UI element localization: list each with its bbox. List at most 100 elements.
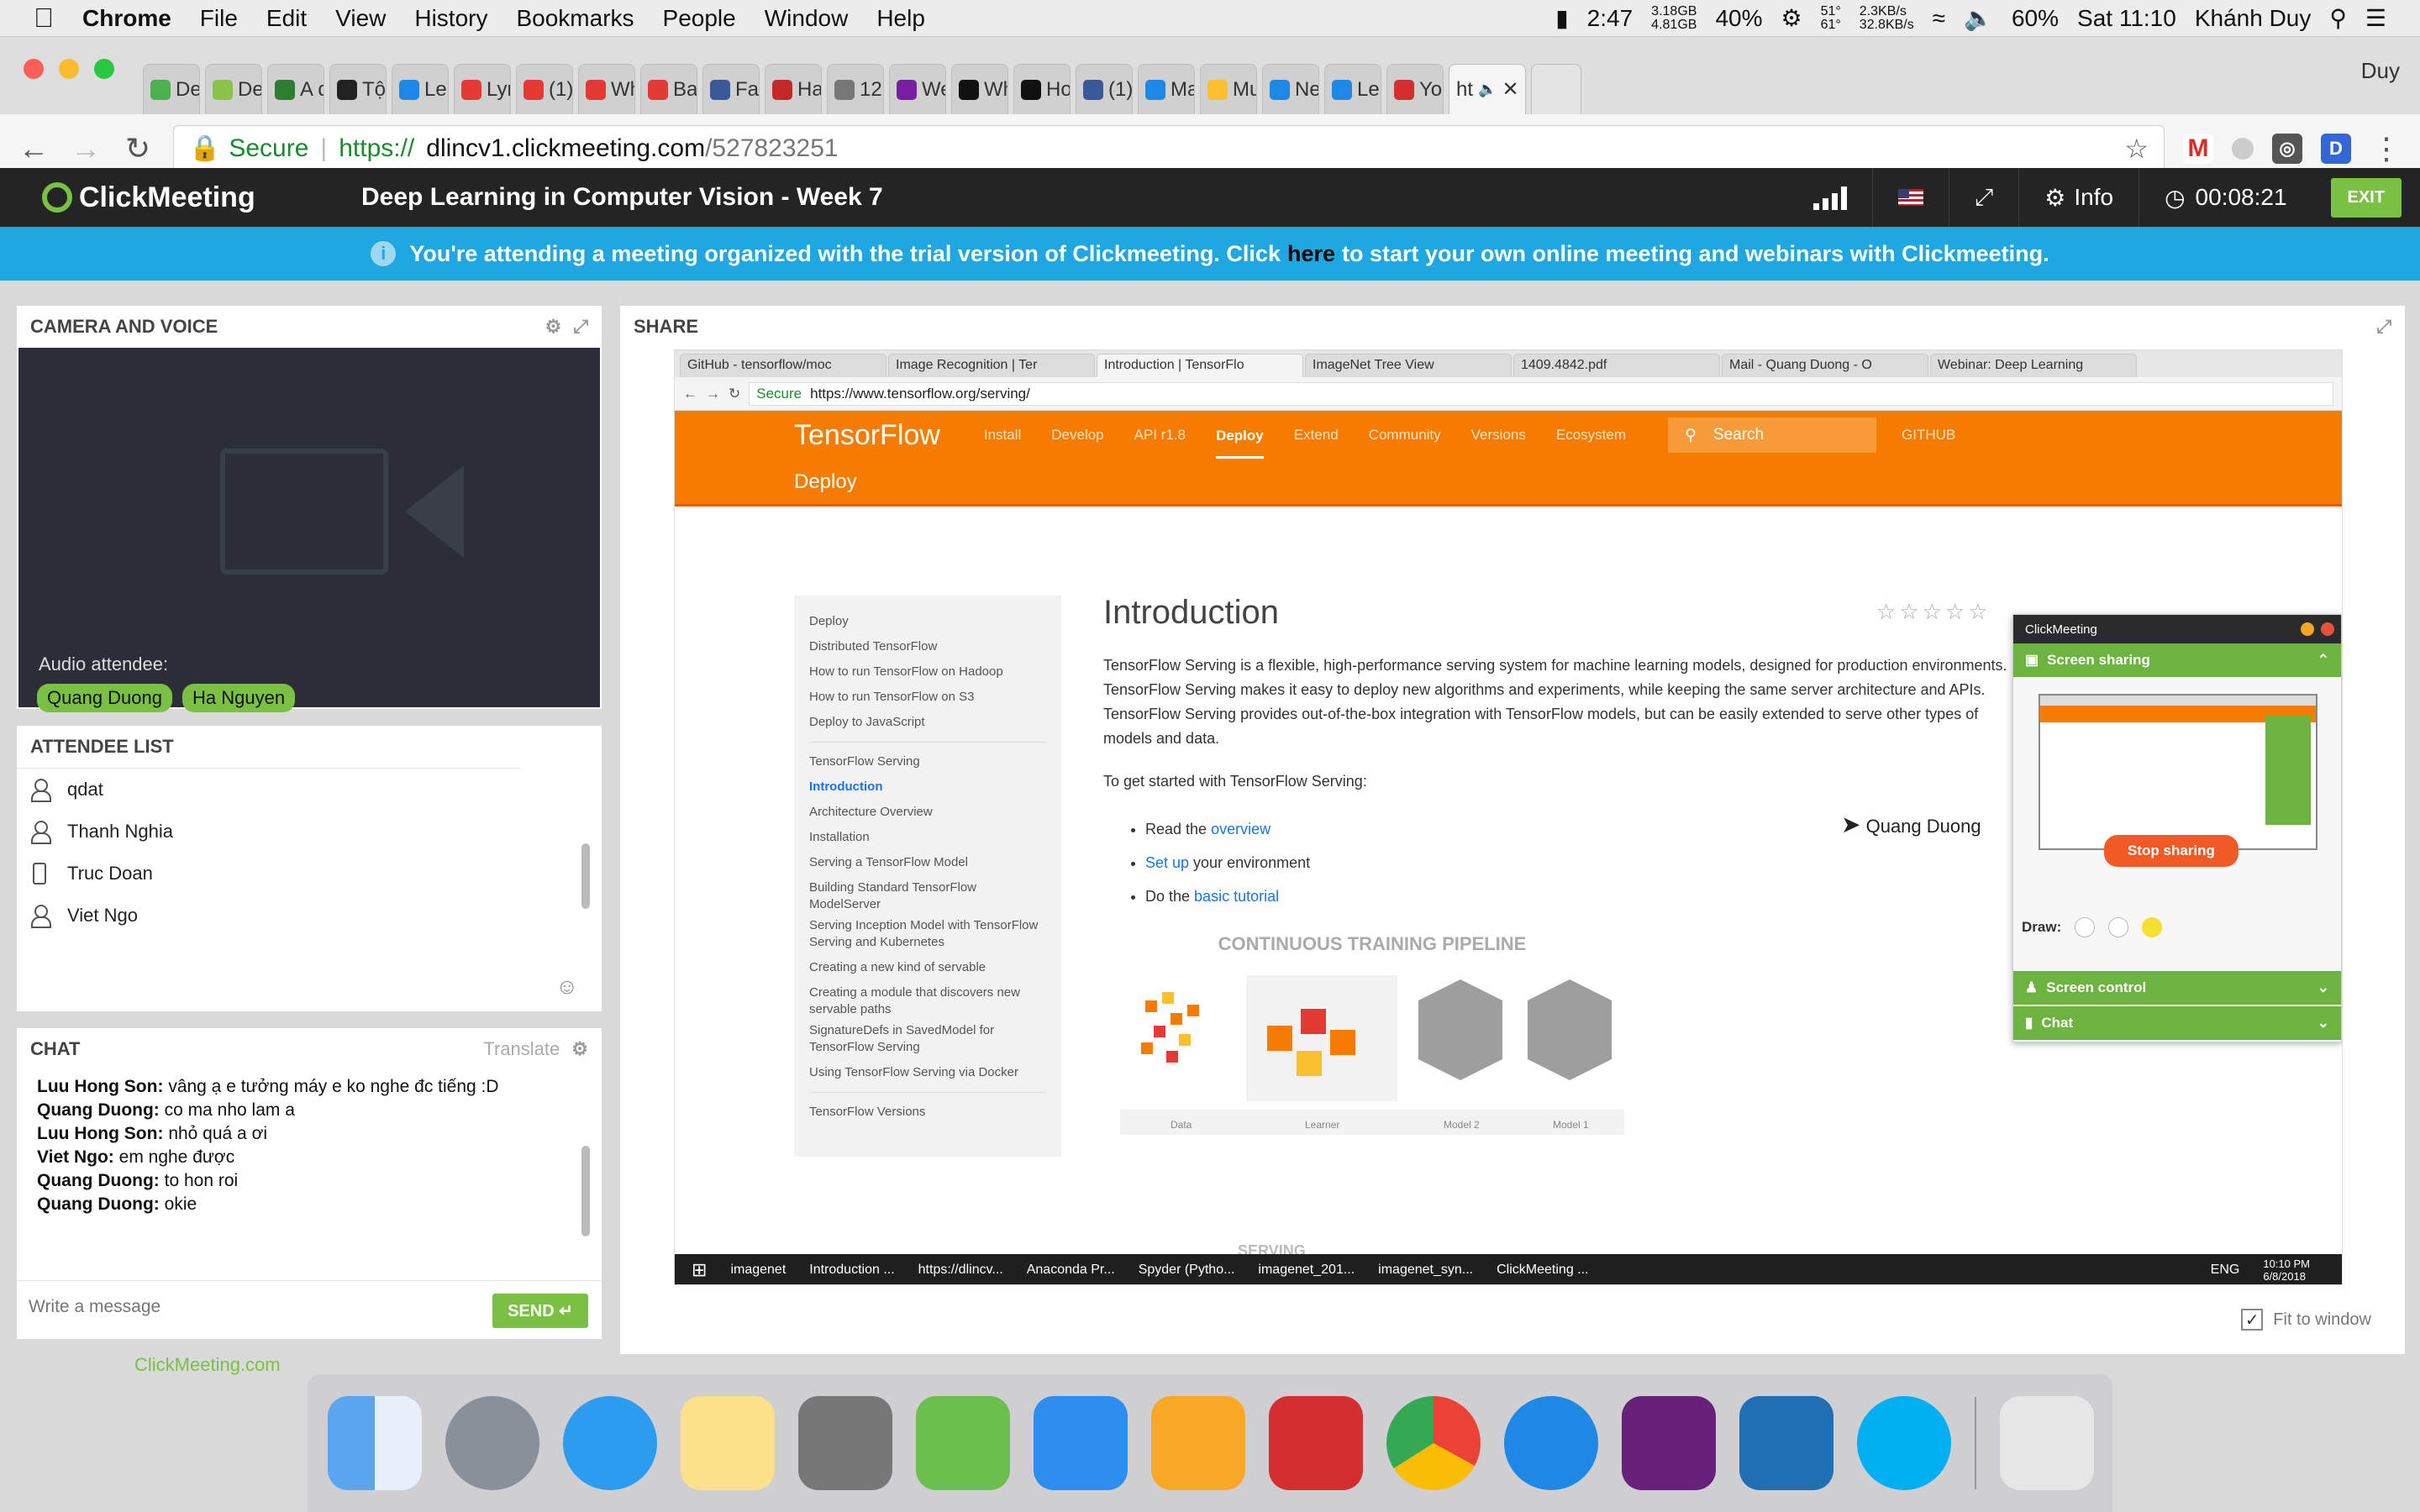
new-tab-button[interactable] <box>1531 64 1581 114</box>
browser-tab[interactable]: Des <box>143 64 200 114</box>
browser-tab[interactable]: You <box>1386 64 1444 114</box>
attendee-row[interactable]: qdat <box>17 769 521 811</box>
browser-tab[interactable]: Mac <box>1138 64 1195 114</box>
lightbulb-extension-icon[interactable]: ◎ <box>2272 133 2302 164</box>
close-window-icon[interactable] <box>24 59 44 79</box>
browser-tab[interactable]: Tội <box>329 64 387 114</box>
android-studio-icon[interactable] <box>916 1396 1010 1490</box>
attendee-row[interactable]: Thanh Nghia <box>17 811 521 853</box>
menu-history[interactable]: History <box>414 5 487 32</box>
menu-file[interactable]: File <box>200 5 238 32</box>
settings-icon[interactable]: ⚙ <box>545 316 562 338</box>
browser-tab[interactable]: Fac <box>702 64 760 114</box>
tab-mute-icon[interactable]: 🔈 <box>1478 81 1497 98</box>
browser-tab[interactable]: Hat <box>765 64 822 114</box>
connection-quality[interactable] <box>1788 168 1872 227</box>
xcode-icon[interactable] <box>1034 1396 1128 1490</box>
maximize-window-icon[interactable] <box>94 59 114 79</box>
expand-icon[interactable]: ⤢ <box>573 316 588 338</box>
bookmark-star-icon[interactable]: ☆ <box>2124 133 2149 165</box>
browser-tab[interactable]: Len <box>392 64 449 114</box>
sketch-icon[interactable] <box>1151 1396 1245 1490</box>
audio-attendee-badge[interactable]: Quang Duong <box>37 684 172 712</box>
footer-link[interactable]: ClickMeeting.com <box>0 1354 2420 1375</box>
expand-icon[interactable]: ⤢ <box>2376 316 2391 338</box>
attendee-scrollbar[interactable] <box>581 843 590 909</box>
spotlight-search-icon[interactable]: ⚲ <box>2329 4 2347 32</box>
tab-active[interactable]: ht 🔈 ✕ <box>1449 64 1526 114</box>
chrome-icon[interactable] <box>1386 1396 1481 1490</box>
browser-tab[interactable]: Neu <box>1262 64 1319 114</box>
browser-tab[interactable]: Len <box>1324 64 1381 114</box>
wifi-icon[interactable]: ≈ <box>1933 5 1945 32</box>
maps-pin-icon[interactable] <box>1504 1396 1598 1490</box>
visual-studio-icon[interactable] <box>1622 1396 1716 1490</box>
trial-here-link[interactable]: here <box>1287 241 1335 267</box>
exit-button[interactable]: EXIT <box>2330 177 2402 218</box>
chevron-up-icon: ⌃ <box>2317 652 2329 668</box>
finder-icon[interactable] <box>328 1396 422 1490</box>
battery-icon[interactable]: ▮ <box>1555 4 1568 32</box>
chat-scrollbar[interactable] <box>581 1146 590 1236</box>
fit-to-window-toggle[interactable]: ✓ Fit to window <box>2241 1309 2371 1331</box>
trash-icon[interactable] <box>2000 1396 2094 1490</box>
browser-tab[interactable]: (1) I <box>516 64 573 114</box>
parallels-icon[interactable] <box>1269 1396 1363 1490</box>
minimize-window-icon[interactable] <box>59 59 79 79</box>
profile-name[interactable]: Duy <box>2361 58 2420 114</box>
extension-icon[interactable] <box>2232 137 2254 160</box>
menu-edit[interactable]: Edit <box>266 5 307 32</box>
d-extension-icon[interactable]: D <box>2321 133 2351 164</box>
skype-icon[interactable] <box>1857 1396 1951 1490</box>
user-name[interactable]: Khánh Duy <box>2195 5 2312 32</box>
back-arrow-icon[interactable]: ← <box>17 131 50 166</box>
attendee-row[interactable]: Truc Doan <box>17 853 521 895</box>
battery-percent[interactable]: 60% <box>2012 5 2059 32</box>
browser-tab[interactable]: Wh <box>951 64 1008 114</box>
menu-bookmarks[interactable]: Bookmarks <box>516 5 634 32</box>
lock-icon[interactable]: 🔒 <box>189 134 220 163</box>
language-flag[interactable] <box>1871 168 1949 227</box>
reload-icon[interactable]: ↻ <box>121 131 155 166</box>
browser-tab[interactable]: Wh <box>578 64 635 114</box>
browser-tab[interactable]: Hov <box>1013 64 1071 114</box>
clock[interactable]: Sat 11:10 <box>2077 5 2176 32</box>
browser-tab[interactable]: Lyri <box>454 64 511 114</box>
menu-window[interactable]: Window <box>765 5 849 32</box>
menu-app-name[interactable]: Chrome <box>82 5 171 32</box>
checkbox-checked-icon[interactable]: ✓ <box>2241 1309 2264 1331</box>
chrome-menu-icon[interactable]: ⋮ <box>2370 131 2403 166</box>
apple-icon[interactable]:  <box>34 3 54 34</box>
gmail-extension-icon[interactable]: M <box>2183 133 2213 164</box>
fullscreen-button[interactable]: ⤢ <box>1948 168 2018 227</box>
settings-icon[interactable]: ⚙ <box>571 1038 588 1060</box>
browser-tab[interactable]: DeC <box>205 64 262 114</box>
notes-icon[interactable] <box>681 1396 775 1490</box>
browser-tab[interactable]: Wel <box>889 64 946 114</box>
menu-people[interactable]: People <box>663 5 736 32</box>
tab-close-icon[interactable]: ✕ <box>1502 77 1518 102</box>
emoji-icon[interactable]: ☺ <box>555 974 578 1000</box>
browser-tab[interactable]: Bac <box>640 64 697 114</box>
browser-tab[interactable]: (1) I <box>1076 64 1133 114</box>
notification-center-icon[interactable]: ☰ <box>2365 4 2386 32</box>
vscode-icon[interactable] <box>1739 1396 1833 1490</box>
system-preferences-icon[interactable] <box>798 1396 892 1490</box>
chat-message-input[interactable] <box>29 1290 466 1324</box>
browser-tab[interactable]: 12 S <box>827 64 884 114</box>
browser-tab[interactable]: A d <box>267 64 324 114</box>
forward-arrow-icon[interactable]: → <box>69 131 103 166</box>
menu-view[interactable]: View <box>335 5 386 32</box>
volume-icon[interactable]: 🔈 <box>1964 4 1993 32</box>
send-button[interactable]: SEND ↵ <box>492 1294 588 1328</box>
launchpad-icon[interactable] <box>445 1396 539 1490</box>
translate-link[interactable]: Translate <box>483 1038 560 1060</box>
url-bar[interactable]: 🔒 Secure | https:// dlincv1.clickmeeting… <box>173 124 2165 172</box>
attendee-row[interactable]: Viet Ngo <box>17 895 521 937</box>
audio-attendee-badge[interactable]: Ha Nguyen <box>182 684 296 712</box>
browser-tab[interactable]: Mua <box>1200 64 1257 114</box>
gear-icon[interactable]: ⚙ <box>1781 4 1802 32</box>
itunes-icon[interactable] <box>563 1396 657 1490</box>
menu-help[interactable]: Help <box>876 5 925 32</box>
info-button[interactable]: ⚙ Info <box>2018 168 2139 227</box>
